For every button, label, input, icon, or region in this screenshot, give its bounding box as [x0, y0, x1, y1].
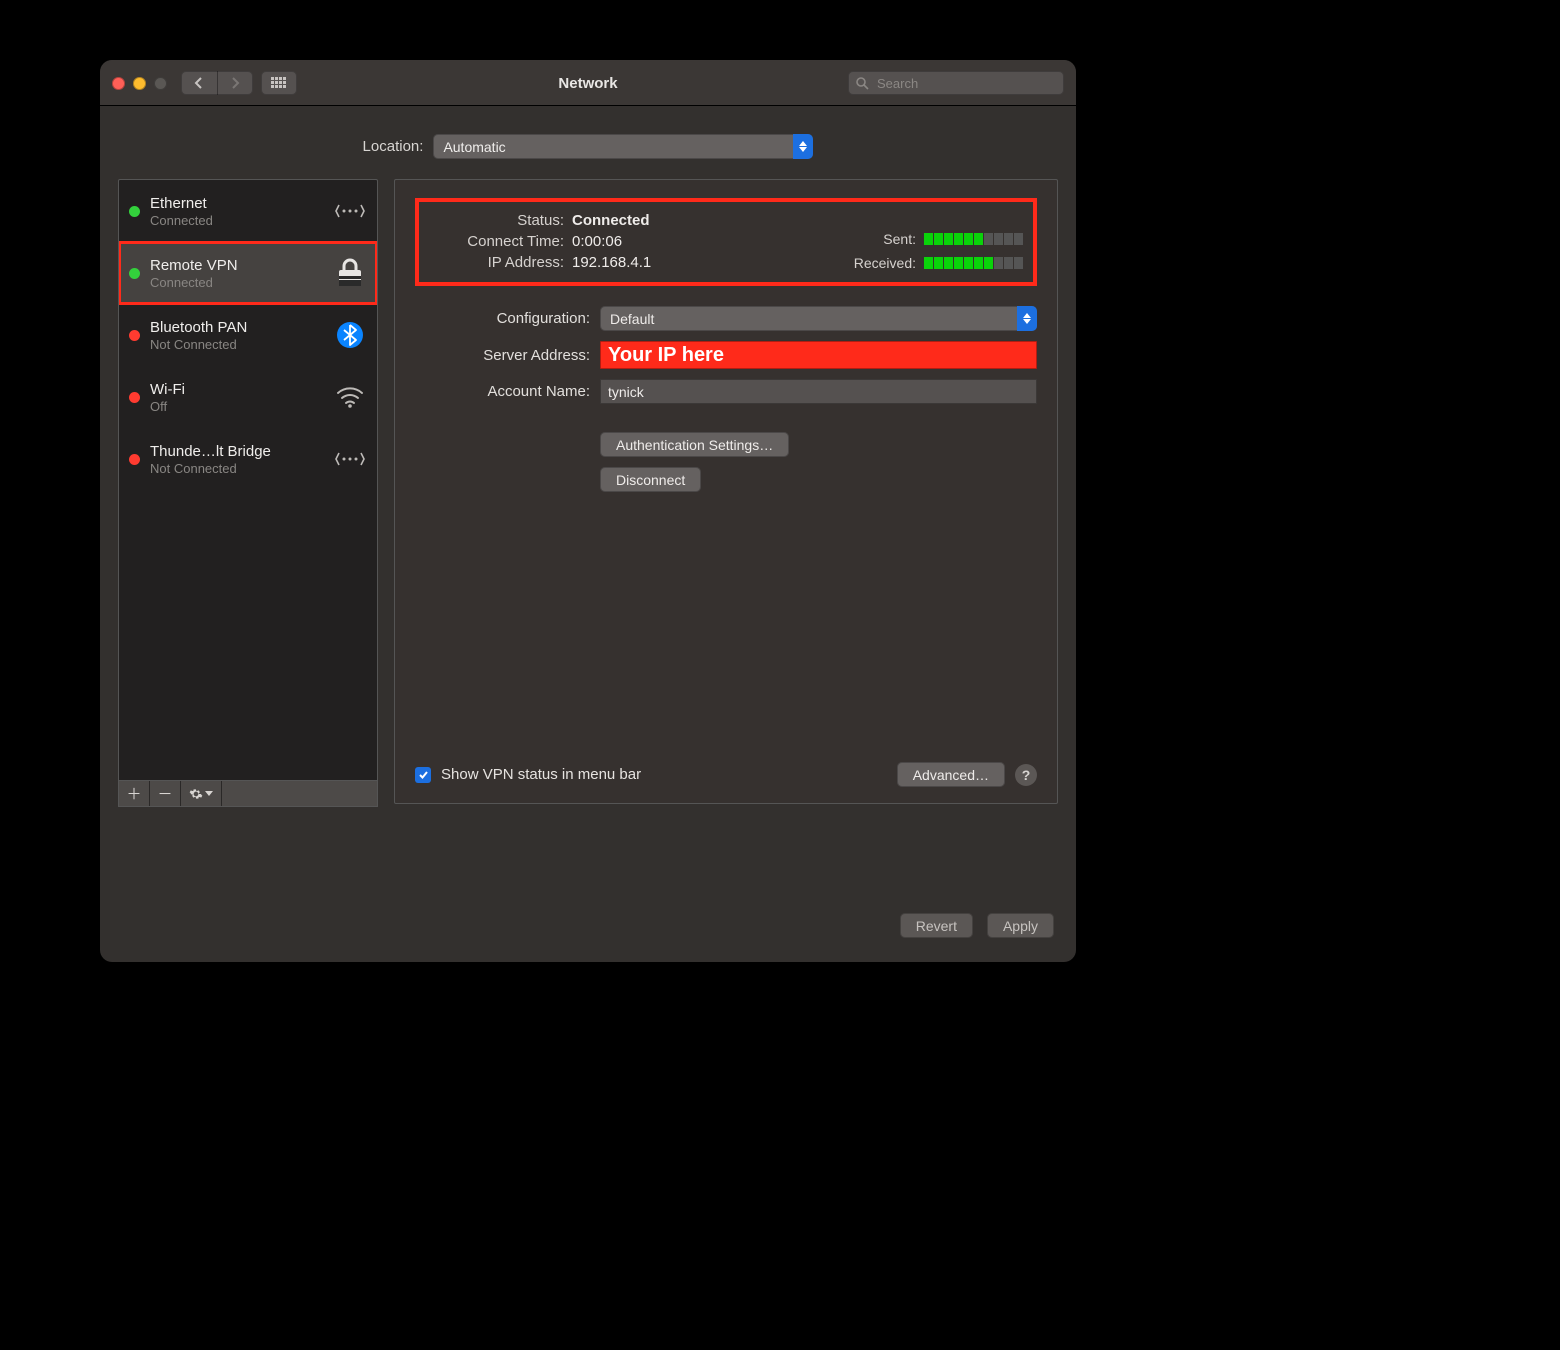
status-dot-icon [129, 330, 140, 341]
chevron-updown-icon [793, 134, 813, 159]
connect-time-value: 0:00:06 [572, 233, 622, 250]
authentication-settings-button[interactable]: Authentication Settings… [600, 432, 789, 457]
server-address-label: Server Address: [415, 347, 600, 364]
sidebar-item-ethernet[interactable]: Ethernet Connected [119, 180, 377, 242]
location-row: Location: Automatic [100, 106, 1076, 179]
configuration-label: Configuration: [415, 310, 600, 327]
window-footer: Revert Apply [900, 913, 1054, 938]
interface-name: Remote VPN [150, 257, 323, 274]
server-address-value: Your IP here [608, 344, 724, 367]
lock-icon [333, 258, 367, 288]
help-button[interactable]: ? [1015, 764, 1037, 786]
server-address-field[interactable]: Your IP here [600, 341, 1037, 369]
ip-address-label: IP Address: [429, 254, 572, 271]
forward-button[interactable] [217, 71, 253, 95]
sent-meter [924, 233, 1023, 245]
network-preferences-window: Network Location: Automatic [100, 60, 1076, 962]
dots-sync-icon [333, 449, 367, 469]
show-vpn-status-checkbox[interactable] [415, 767, 431, 783]
check-icon [418, 769, 429, 780]
location-popup[interactable]: Automatic [433, 134, 813, 159]
interfaces-list[interactable]: Ethernet Connected Remote VPN Connected [118, 179, 378, 781]
minimize-window-button[interactable] [133, 77, 146, 90]
account-name-field[interactable]: tynick [600, 379, 1037, 404]
bluetooth-icon [333, 321, 367, 349]
interface-status: Not Connected [150, 337, 323, 352]
grid-icon [261, 71, 297, 95]
close-window-button[interactable] [112, 77, 125, 90]
show-all-button[interactable] [261, 71, 297, 95]
window-controls [112, 77, 167, 90]
ip-address-value: 192.168.4.1 [572, 254, 651, 271]
search-input[interactable] [875, 75, 1056, 92]
configuration-popup[interactable]: Default [600, 306, 1037, 331]
add-interface-button[interactable]: ＋ [119, 781, 150, 806]
nav-back-forward [181, 71, 253, 95]
sidebar-item-remote-vpn[interactable]: Remote VPN Connected [119, 242, 377, 304]
status-dot-icon [129, 454, 140, 465]
titlebar: Network [100, 60, 1076, 106]
interface-name: Wi-Fi [150, 381, 323, 398]
received-meter [924, 257, 1023, 269]
status-value: Connected [572, 212, 650, 229]
location-label: Location: [363, 138, 424, 155]
interface-name: Bluetooth PAN [150, 319, 323, 336]
configuration-value: Default [600, 311, 664, 327]
remove-interface-button[interactable]: － [150, 781, 181, 806]
interface-status: Connected [150, 275, 323, 290]
account-name-value: tynick [608, 384, 644, 400]
interface-name: Ethernet [150, 195, 323, 212]
sidebar-item-wifi[interactable]: Wi-Fi Off [119, 366, 377, 428]
interface-status: Connected [150, 213, 323, 228]
status-dot-icon [129, 206, 140, 217]
show-vpn-status-label: Show VPN status in menu bar [441, 766, 641, 783]
location-value: Automatic [433, 139, 515, 155]
account-name-label: Account Name: [415, 383, 600, 400]
disconnect-button[interactable]: Disconnect [600, 467, 701, 492]
status-dot-icon [129, 392, 140, 403]
sidebar-item-bluetooth-pan[interactable]: Bluetooth PAN Not Connected [119, 304, 377, 366]
chevron-down-icon [205, 791, 213, 797]
sidebar-item-thunderbolt-bridge[interactable]: Thunde…lt Bridge Not Connected [119, 428, 377, 490]
interface-name: Thunde…lt Bridge [150, 443, 323, 460]
received-label: Received: [854, 255, 916, 271]
search-icon [856, 77, 869, 90]
back-button[interactable] [181, 71, 217, 95]
interfaces-sidebar: Ethernet Connected Remote VPN Connected [118, 179, 378, 807]
status-summary: Status: Connected Connect Time: 0:00:06 … [415, 198, 1037, 286]
interfaces-toolbar: ＋ － [118, 781, 378, 807]
interface-status: Off [150, 399, 323, 414]
interface-status: Not Connected [150, 461, 323, 476]
chevron-updown-icon [1017, 306, 1037, 331]
interface-actions-menu[interactable] [181, 781, 222, 806]
zoom-window-button[interactable] [154, 77, 167, 90]
dots-sync-icon [333, 201, 367, 221]
advanced-button[interactable]: Advanced… [897, 762, 1005, 787]
detail-panel: Status: Connected Connect Time: 0:00:06 … [394, 179, 1058, 804]
apply-button[interactable]: Apply [987, 913, 1054, 938]
gear-icon [189, 787, 203, 801]
search-field[interactable] [848, 71, 1064, 95]
sent-label: Sent: [883, 231, 916, 247]
wifi-icon [333, 385, 367, 409]
revert-button[interactable]: Revert [900, 913, 973, 938]
status-dot-icon [129, 268, 140, 279]
connect-time-label: Connect Time: [429, 233, 572, 250]
status-label: Status: [429, 212, 572, 229]
